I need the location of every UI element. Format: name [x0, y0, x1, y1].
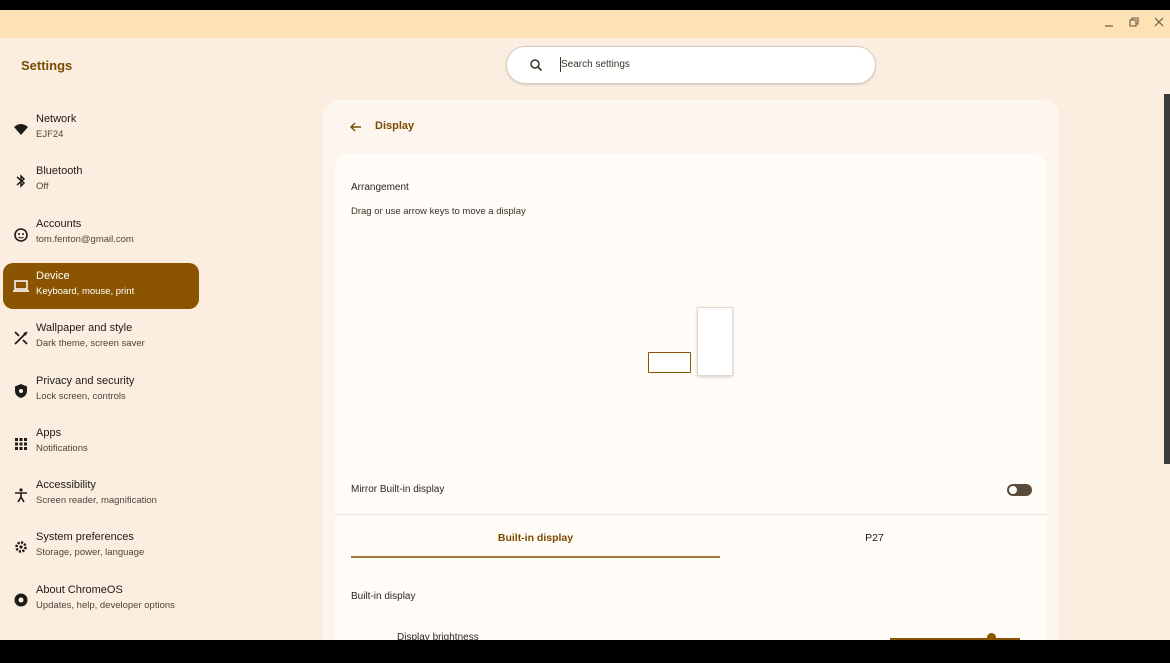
tab-built-in-display[interactable]: Built-in display	[351, 532, 720, 544]
sidebar-item-sublabel: Lock screen, controls	[36, 391, 126, 402]
sidebar-item-sublabel: tom.fenton@gmail.com	[36, 234, 134, 245]
close-icon[interactable]	[1150, 16, 1168, 32]
page-title: Display	[375, 120, 415, 132]
brightness-slider-handle[interactable]	[987, 633, 996, 640]
sidebar-item-accounts[interactable]: Accounts tom.fenton@gmail.com	[3, 211, 199, 257]
sidebar-item-label: About ChromeOS	[36, 584, 123, 596]
title-bar	[0, 10, 1170, 38]
sidebar-item-label: Wallpaper and style	[36, 322, 133, 334]
sidebar-item-label: Device	[36, 270, 70, 282]
arrangement-subtitle: Drag or use arrow keys to move a display	[351, 206, 526, 217]
display-builtin-tile[interactable]	[648, 352, 691, 373]
sidebar-item-label: Accessibility	[36, 479, 96, 491]
search-input[interactable]: Search settings	[561, 59, 630, 70]
tab-p27[interactable]: P27	[690, 532, 1059, 544]
sidebar-item-system-preferences[interactable]: System preferences Storage, power, langu…	[3, 524, 199, 570]
search-box[interactable]: Search settings	[506, 46, 876, 84]
sidebar-item-sublabel: Updates, help, developer options	[36, 600, 175, 611]
sidebar-item-privacy[interactable]: Privacy and security Lock screen, contro…	[3, 368, 199, 414]
sidebar-item-label: Network	[36, 113, 77, 125]
account-icon	[12, 225, 30, 243]
active-tab-indicator	[351, 556, 720, 558]
sidebar-item-label: Accounts	[36, 218, 82, 230]
sidebar-item-wallpaper[interactable]: Wallpaper and style Dark theme, screen s…	[3, 315, 199, 361]
app-title: Settings	[21, 58, 73, 73]
minimize-icon[interactable]	[1100, 16, 1118, 32]
brightness-slider[interactable]	[890, 638, 1020, 640]
divider	[335, 514, 1047, 515]
section-title: Built-in display	[351, 591, 416, 602]
sidebar-item-sublabel: Off	[36, 181, 49, 192]
search-icon	[529, 58, 543, 77]
chromeos-icon	[12, 591, 30, 609]
back-arrow-icon[interactable]	[349, 120, 363, 139]
shield-icon	[12, 382, 30, 400]
sidebar-item-sublabel: Screen reader, magnification	[36, 495, 157, 506]
gear-icon	[12, 538, 30, 556]
sidebar-item-sublabel: Keyboard, mouse, print	[36, 286, 135, 297]
sidebar-item-sublabel: Dark theme, screen saver	[36, 338, 145, 349]
display-page: Display Arrangement Drag or use arrow ke…	[323, 100, 1059, 640]
arrangement-title: Arrangement	[351, 182, 409, 193]
sidebar-item-label: Bluetooth	[36, 165, 83, 177]
settings-window: Settings Search settings Network EJF24 B…	[0, 10, 1170, 640]
sidebar-item-label: Apps	[36, 427, 62, 439]
sidebar-item-sublabel: Storage, power, language	[36, 547, 145, 558]
sidebar-item-accessibility[interactable]: Accessibility Screen reader, magnificati…	[3, 472, 199, 518]
laptop-icon	[12, 277, 30, 295]
sidebar-item-sublabel: EJF24	[36, 129, 64, 140]
wifi-icon	[12, 120, 30, 138]
sidebar-item-apps[interactable]: Apps Notifications	[3, 420, 199, 466]
display-external-tile[interactable]	[697, 307, 733, 376]
sidebar-item-sublabel: Notifications	[36, 443, 88, 454]
sidebar-item-bluetooth[interactable]: Bluetooth Off	[3, 158, 199, 204]
sidebar-item-device[interactable]: Device Keyboard, mouse, print	[3, 263, 199, 309]
brightness-label: Display brightness	[397, 632, 479, 640]
sidebar-item-label: System preferences	[36, 531, 134, 543]
scrollbar[interactable]	[1164, 94, 1170, 464]
sidebar-item-network[interactable]: Network EJF24	[3, 106, 199, 152]
mirror-toggle[interactable]	[1007, 484, 1032, 496]
sidebar-item-about[interactable]: About ChromeOS Updates, help, developer …	[3, 577, 199, 623]
display-card: Arrangement Drag or use arrow keys to mo…	[335, 154, 1047, 640]
bluetooth-icon	[12, 172, 30, 190]
restore-icon[interactable]	[1125, 16, 1143, 32]
palette-icon	[12, 329, 30, 347]
mirror-label: Mirror Built-in display	[351, 484, 445, 495]
toggle-knob	[1009, 486, 1017, 494]
accessibility-icon	[12, 486, 30, 504]
sidebar-item-label: Privacy and security	[36, 375, 135, 387]
apps-grid-icon	[12, 434, 30, 452]
